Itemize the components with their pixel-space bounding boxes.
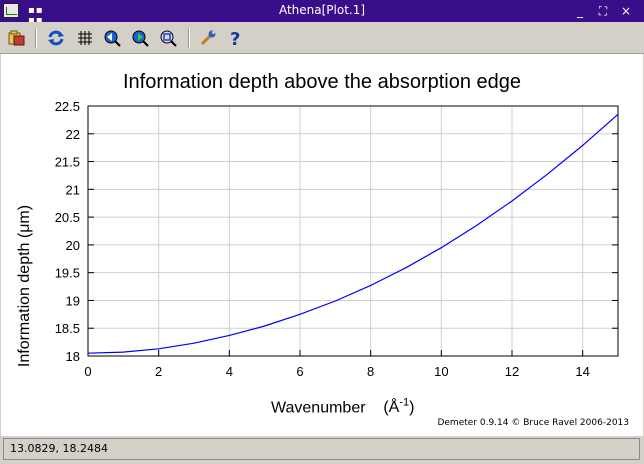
x-tick-label: 0 [84,364,91,379]
x-axis-label-text: Wavenumber [271,399,366,417]
credit-text: Demeter 0.9.14 © Bruce Ravel 2006-2013 [437,418,629,428]
y-tick-label: 18 [66,349,80,364]
x-tick-label: 8 [367,364,374,379]
data-series-line [87,113,619,354]
plot-canvas[interactable]: Information depth above the absorption e… [1,54,643,436]
settings-wrench-icon[interactable] [198,28,218,48]
x-tick-label: 12 [505,364,519,379]
x-axis-unit-close: ) [409,399,415,417]
y-tick-label: 20 [66,238,80,253]
x-axis-unit-exp: -1 [399,397,410,409]
open-file-icon[interactable] [7,28,27,48]
x-axis-unit-base: (Å [383,399,400,417]
title-bar[interactable]: ▪▪ ▪▪ Athena[Plot.1] _ ⛶ × [0,0,644,26]
y-tick-label: 21 [66,182,80,197]
cursor-coordinates: 13.0829, 18.2484 [10,442,108,455]
x-tick-label: 4 [226,364,233,379]
y-axis-label: Information depth (μm) [16,204,33,368]
x-tick-label: 2 [155,364,162,379]
y-tick-label: 22 [66,127,80,142]
x-axis-label: Wavenumber (Å-1) [271,397,414,417]
x-tick-label: 14 [575,364,589,379]
x-tick-label: 10 [434,364,448,379]
x-tick-label: 6 [296,364,303,379]
window-title: Athena[Plot.1] [278,3,366,17]
close-button[interactable]: × [618,3,634,19]
y-tick-label: 22.5 [55,99,80,114]
y-tick-label: 20.5 [55,210,80,225]
plot-frame [87,105,619,357]
refresh-icon[interactable] [46,28,66,48]
toolbar-separator [188,28,190,48]
plot-toolbar: ? [0,22,644,54]
zoom-in-icon[interactable] [130,28,150,48]
y-tick-label: 19 [66,293,80,308]
svg-text:?: ? [230,29,240,47]
zoom-out-icon[interactable] [158,28,178,48]
x-axis-unit: (Å-1) [383,397,415,417]
minimize-button[interactable]: _ [572,3,588,19]
maximize-button[interactable]: ⛶ [595,3,611,19]
y-tick-label: 21.5 [55,155,80,170]
zoom-previous-icon[interactable] [102,28,122,48]
y-tick-label: 18.5 [55,321,80,336]
grid-icon[interactable] [75,28,95,48]
plot-window: ▪▪ ▪▪ Athena[Plot.1] _ ⛶ × ? Information… [0,0,644,464]
y-tick-label: 19.5 [55,266,80,281]
toolbar-separator [35,28,37,48]
plot-area[interactable]: 0 2 4 6 8 10 12 14 18 18.5 19 19.5 20 20.5 21 21.5 22 22.… [1,54,643,436]
status-bar: 13.0829, 18.2484 [3,438,640,460]
help-icon[interactable]: ? [226,28,246,48]
